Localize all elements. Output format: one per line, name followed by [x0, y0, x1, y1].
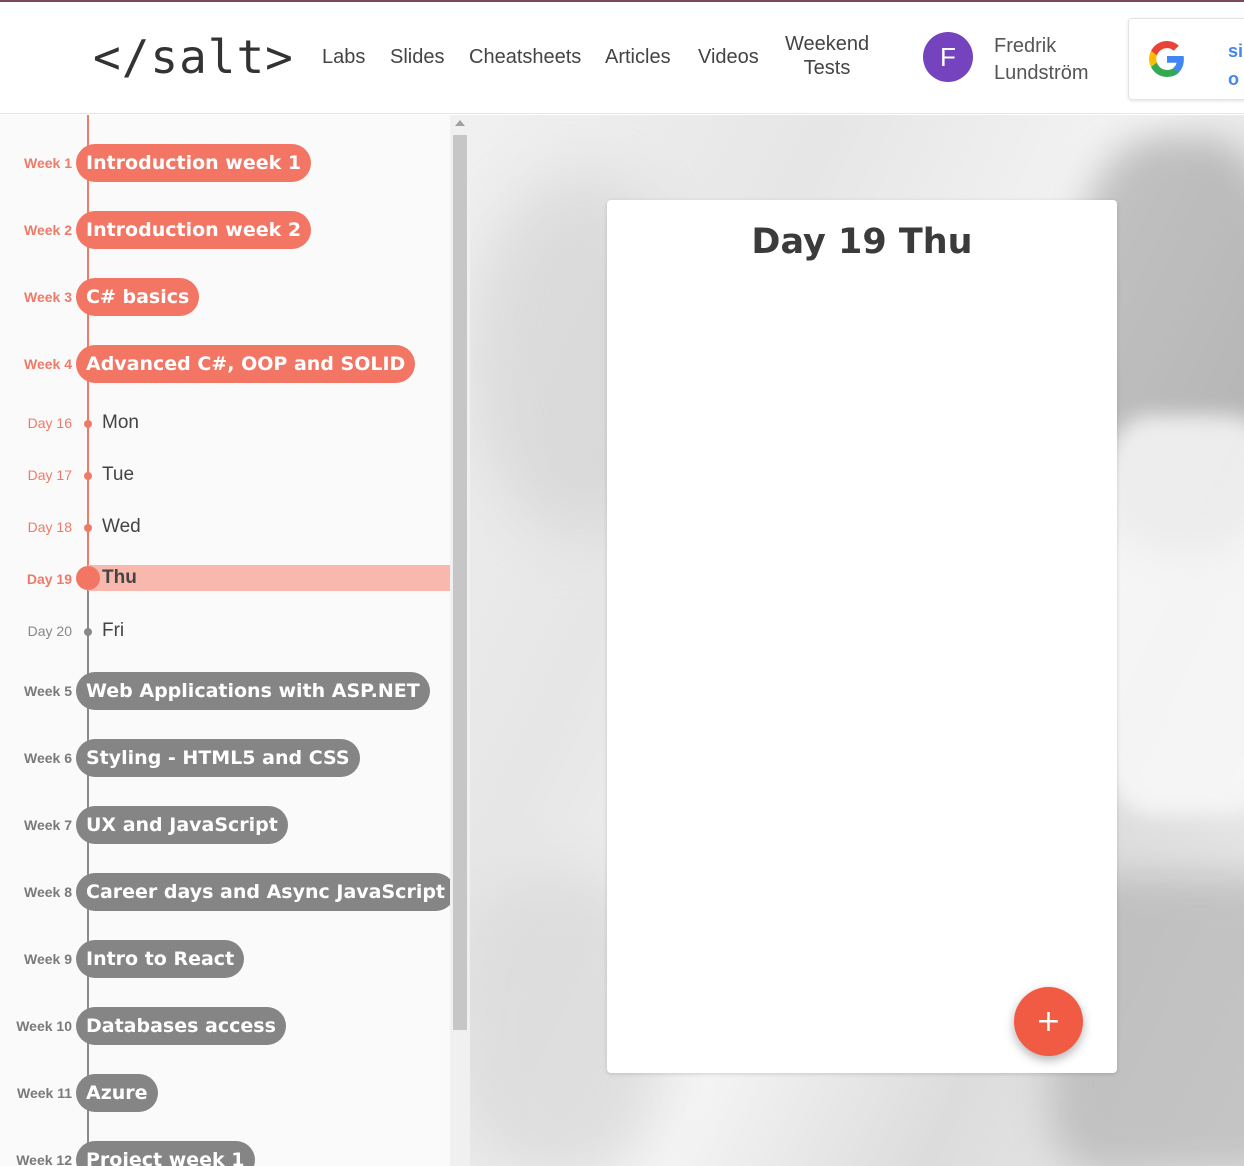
avatar[interactable]: F — [923, 32, 973, 82]
day-label: Day 20 — [27, 623, 72, 639]
google-text-line1: si — [1228, 41, 1244, 61]
google-icon — [1149, 41, 1184, 77]
week-pill[interactable]: UX and JavaScript — [76, 806, 288, 844]
day-item-wed[interactable]: Wed — [102, 516, 141, 538]
scroll-up-arrow-icon[interactable] — [455, 120, 465, 126]
user-first-name: Fredrik — [994, 35, 1057, 57]
nav-link-articles[interactable]: Articles — [605, 46, 671, 69]
user-last-name: Lundström — [994, 62, 1089, 84]
week-label: Week 3 — [24, 289, 72, 305]
nav-link-videos[interactable]: Videos — [698, 46, 759, 69]
week-pill[interactable]: Styling - HTML5 and CSS — [76, 739, 360, 777]
week-label: Week 5 — [24, 683, 72, 699]
nav-link-weekend-tests[interactable]: Weekend Tests — [785, 32, 869, 80]
salt-logo[interactable]: </salt> — [93, 30, 294, 84]
week-pill[interactable]: Web Applications with ASP.NET — [76, 672, 430, 710]
add-button[interactable]: + — [1014, 987, 1083, 1056]
week-pill[interactable]: Introduction week 2 — [76, 211, 312, 249]
google-button-text: si o — [1228, 37, 1243, 93]
day-item-tue[interactable]: Tue — [102, 464, 134, 486]
nav-link-labs[interactable]: Labs — [322, 46, 365, 69]
day-dot — [84, 420, 92, 428]
week-label: Week 6 — [24, 750, 72, 766]
nav-link-slides[interactable]: Slides — [390, 46, 444, 69]
timeline-sidebar: Week 1 Introduction week 1 Week 2 Introd… — [0, 115, 470, 1166]
day-label-current: Day 19 — [26, 571, 72, 587]
week-label: Week 9 — [24, 951, 72, 967]
day-title: Day 19 Thu — [751, 222, 973, 262]
week-pill[interactable]: Project week 1 — [76, 1141, 255, 1166]
day-dot — [84, 472, 92, 480]
day-dot — [84, 524, 92, 532]
week-pill[interactable]: Career days and Async JavaScript — [76, 873, 456, 911]
weekend-line2: Tests — [803, 57, 851, 79]
scrollbar-thumb[interactable] — [453, 135, 467, 1030]
nav-link-cheatsheets[interactable]: Cheatsheets — [469, 46, 581, 69]
week-label: Week 11 — [16, 1085, 72, 1101]
day-label: Day 16 — [27, 415, 72, 431]
week-pill[interactable]: Intro to React — [76, 940, 245, 978]
week-label: Week 10 — [16, 1018, 72, 1034]
week-label: Week 12 — [16, 1152, 72, 1166]
day-dot — [84, 628, 92, 636]
google-text-line2: o — [1228, 69, 1239, 89]
week-label: Week 1 — [24, 155, 72, 171]
day-item-mon[interactable]: Mon — [102, 412, 139, 434]
week-pill[interactable]: C# basics — [76, 278, 200, 316]
current-day-highlight — [88, 565, 450, 591]
user-name: Fredrik Lundström — [994, 33, 1089, 87]
day-label: Day 17 — [27, 467, 72, 483]
week-pill[interactable]: Advanced C#, OOP and SOLID — [76, 345, 416, 383]
week-label: Week 2 — [24, 222, 72, 238]
day-item-fri[interactable]: Fri — [102, 620, 124, 642]
sidebar-scrollbar[interactable] — [450, 115, 470, 1166]
week-pill[interactable]: Introduction week 1 — [76, 144, 312, 182]
week-pill[interactable]: Databases access — [76, 1007, 286, 1045]
day-label: Day 18 — [27, 519, 72, 535]
day-item-thu[interactable]: Thu — [102, 567, 137, 589]
google-signout-button[interactable]: si o — [1128, 18, 1244, 100]
weekend-line1: Weekend — [785, 33, 870, 55]
week-label: Week 4 — [24, 356, 72, 372]
week-pill[interactable]: Azure — [76, 1074, 158, 1112]
top-navbar: </salt> Labs Slides Cheatsheets Articles… — [0, 2, 1244, 114]
day-card: Day 19 Thu + — [607, 200, 1117, 1073]
week-label: Week 8 — [24, 884, 72, 900]
current-day-dot — [76, 566, 100, 590]
week-label: Week 7 — [24, 817, 72, 833]
